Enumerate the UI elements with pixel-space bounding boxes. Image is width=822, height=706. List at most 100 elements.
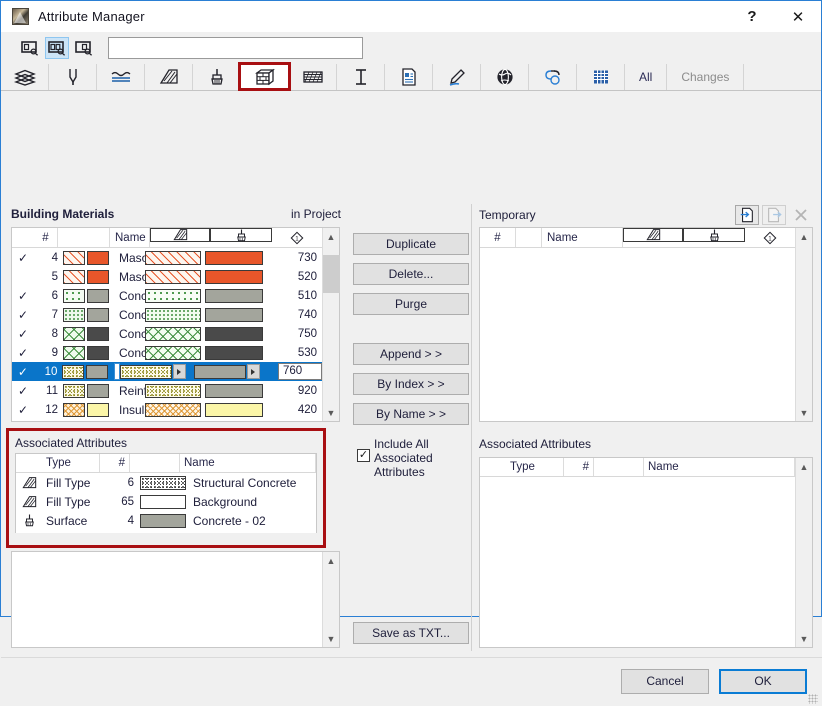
row-priority-value[interactable]: 750	[267, 328, 322, 340]
table-row[interactable]: ✓ 11 Reinforced Conc... 920	[12, 381, 322, 400]
row-fill-cell[interactable]	[145, 402, 205, 417]
scroll-track[interactable]	[796, 475, 813, 630]
composite-icon[interactable]	[289, 64, 337, 90]
tab-changes[interactable]: Changes	[667, 64, 745, 90]
row-surface-cell[interactable]	[205, 288, 267, 303]
row-priority-value[interactable]: 920	[267, 385, 322, 397]
col-header-intersection-priority-icon[interactable]: 1	[745, 228, 795, 247]
surface-dropdown-arrow[interactable]	[246, 364, 260, 379]
scroll-down-arrow[interactable]: ▼	[323, 630, 340, 647]
row-fill-cell[interactable]	[145, 288, 205, 303]
table-row[interactable]: ✓ 12 Insulation - Fiber... 420	[12, 400, 322, 419]
table-row[interactable]: ✓ 9 Concrete Block - ... 530	[12, 343, 322, 362]
table-row[interactable]: ✓ 8 Concrete Block - ... 750	[12, 324, 322, 343]
append-button[interactable]: Append > >	[353, 343, 469, 365]
fill-dropdown-arrow[interactable]	[172, 364, 186, 379]
open-file-icon[interactable]	[735, 205, 759, 225]
row-priority-value[interactable]: 730	[267, 252, 322, 264]
row-name[interactable]: Masonry Block - ...	[115, 270, 145, 284]
table-row[interactable]: ✓ 7 Concrete - Struct... 740	[12, 305, 322, 324]
row-surface-cell[interactable]	[205, 383, 267, 398]
by-index-button[interactable]: By Index > >	[353, 373, 469, 395]
table-row[interactable]: ✓ 4 Masonry Block - ... 730	[12, 248, 322, 267]
table-row[interactable]: ✓10Reinforced Concre760	[12, 362, 322, 381]
view-mode-detail-icon[interactable]	[72, 37, 96, 59]
duplicate-button[interactable]: Duplicate	[353, 233, 469, 255]
row-name[interactable]: Insulation - Fiber...	[115, 403, 145, 417]
save-as-txt-button[interactable]: Save as TXT...	[353, 622, 469, 644]
col-header-surface-icon[interactable]	[683, 228, 745, 242]
row-priority-value[interactable]: 740	[267, 309, 322, 321]
row-fill-cell[interactable]	[145, 383, 205, 398]
view-mode-split-icon[interactable]	[45, 37, 69, 59]
pen-set-icon[interactable]	[433, 64, 481, 90]
include-all-associated-checkbox[interactable]: ✓	[357, 449, 370, 462]
row-priority-value[interactable]: 530	[267, 347, 322, 359]
scroll-thumb[interactable]	[322, 255, 340, 293]
left-lower-scrollbar[interactable]: ▲ ▼	[322, 552, 339, 647]
row-name[interactable]: Concrete Block - ...	[115, 346, 145, 360]
temporary-grid[interactable]: # Name 1 ▲ ▼	[479, 227, 813, 422]
resize-grip[interactable]	[808, 694, 818, 704]
delete-button[interactable]: Delete...	[353, 263, 469, 285]
row-surface-cell[interactable]	[205, 307, 267, 322]
fill-type-icon[interactable]	[145, 64, 193, 90]
row-surface-cell[interactable]	[205, 402, 267, 417]
assoc-col-name[interactable]: Name	[180, 454, 316, 472]
line-type-icon[interactable]	[97, 64, 145, 90]
scroll-up-arrow[interactable]: ▲	[796, 458, 813, 475]
row-name[interactable]: Reinforced Conc...	[115, 384, 145, 398]
row-priority-value[interactable]: 760	[267, 363, 322, 380]
close-button[interactable]: ✕	[775, 1, 821, 32]
pen-icon[interactable]	[49, 64, 97, 90]
scroll-up-arrow[interactable]: ▲	[796, 228, 813, 245]
assoc-col-number[interactable]: #	[564, 458, 594, 476]
row-checkmark[interactable]: ✓	[12, 366, 34, 378]
row-surface-cell[interactable]	[205, 326, 267, 341]
list-item[interactable]: Surface 4 Concrete - 02	[16, 511, 316, 530]
building-materials-scrollbar[interactable]: ▲ ▼	[322, 228, 340, 421]
row-fill-cell[interactable]	[145, 269, 205, 284]
scroll-track[interactable]	[323, 569, 340, 630]
scroll-up-arrow[interactable]: ▲	[323, 552, 340, 569]
col-header-fill-type-icon[interactable]	[150, 228, 210, 242]
row-priority-value[interactable]: 420	[267, 404, 322, 416]
tab-all[interactable]: All	[625, 64, 668, 90]
cancel-button[interactable]: Cancel	[621, 669, 709, 694]
row-checkmark[interactable]: ✓	[12, 290, 34, 302]
list-item[interactable]: Fill Type 65 Background	[16, 492, 316, 511]
row-name[interactable]: Concrete	[115, 289, 145, 303]
col-header-surface-icon[interactable]	[210, 228, 272, 242]
scroll-up-arrow[interactable]: ▲	[323, 228, 340, 245]
row-checkmark[interactable]: ✓	[12, 347, 34, 359]
left-lower-list[interactable]: ▲ ▼	[11, 551, 340, 648]
view-mode-list-icon[interactable]	[18, 37, 42, 59]
col-header-name[interactable]: Name	[110, 228, 150, 247]
assoc-col-name[interactable]: Name	[644, 458, 795, 476]
col-header-number[interactable]: #	[34, 228, 58, 247]
col-header-number[interactable]: #	[480, 228, 516, 247]
layers-icon[interactable]	[1, 64, 49, 90]
search-input[interactable]	[108, 37, 363, 59]
priority-input[interactable]: 760	[278, 363, 322, 380]
row-priority-value[interactable]: 510	[267, 290, 322, 302]
by-name-button[interactable]: By Name > >	[353, 403, 469, 425]
table-row[interactable]: 5 Masonry Block - ... 520	[12, 267, 322, 286]
col-header-fill-type-icon[interactable]	[623, 228, 683, 242]
scroll-down-arrow[interactable]: ▼	[796, 630, 813, 647]
assoc-col-number[interactable]: #	[100, 454, 130, 472]
temporary-scrollbar[interactable]: ▲ ▼	[795, 228, 812, 421]
left-associated-table[interactable]: Type # Name Fill Type 6 Structural Concret…	[15, 453, 317, 533]
scroll-track[interactable]	[796, 245, 813, 404]
row-fill-cell[interactable]	[119, 364, 194, 379]
building-material-icon[interactable]	[238, 62, 291, 91]
mep-system-icon[interactable]	[529, 64, 577, 90]
table-row[interactable]: ✓ 6 Concrete 510	[12, 286, 322, 305]
assoc-col-type[interactable]: Type	[42, 454, 100, 472]
ok-button[interactable]: OK	[719, 669, 807, 694]
row-checkmark[interactable]: ✓	[12, 404, 34, 416]
col-header-intersection-priority-icon[interactable]: 1	[272, 228, 322, 247]
right-associated-scrollbar[interactable]: ▲ ▼	[795, 458, 812, 647]
row-checkmark[interactable]: ✓	[12, 309, 34, 321]
row-fill-cell[interactable]	[145, 250, 205, 265]
